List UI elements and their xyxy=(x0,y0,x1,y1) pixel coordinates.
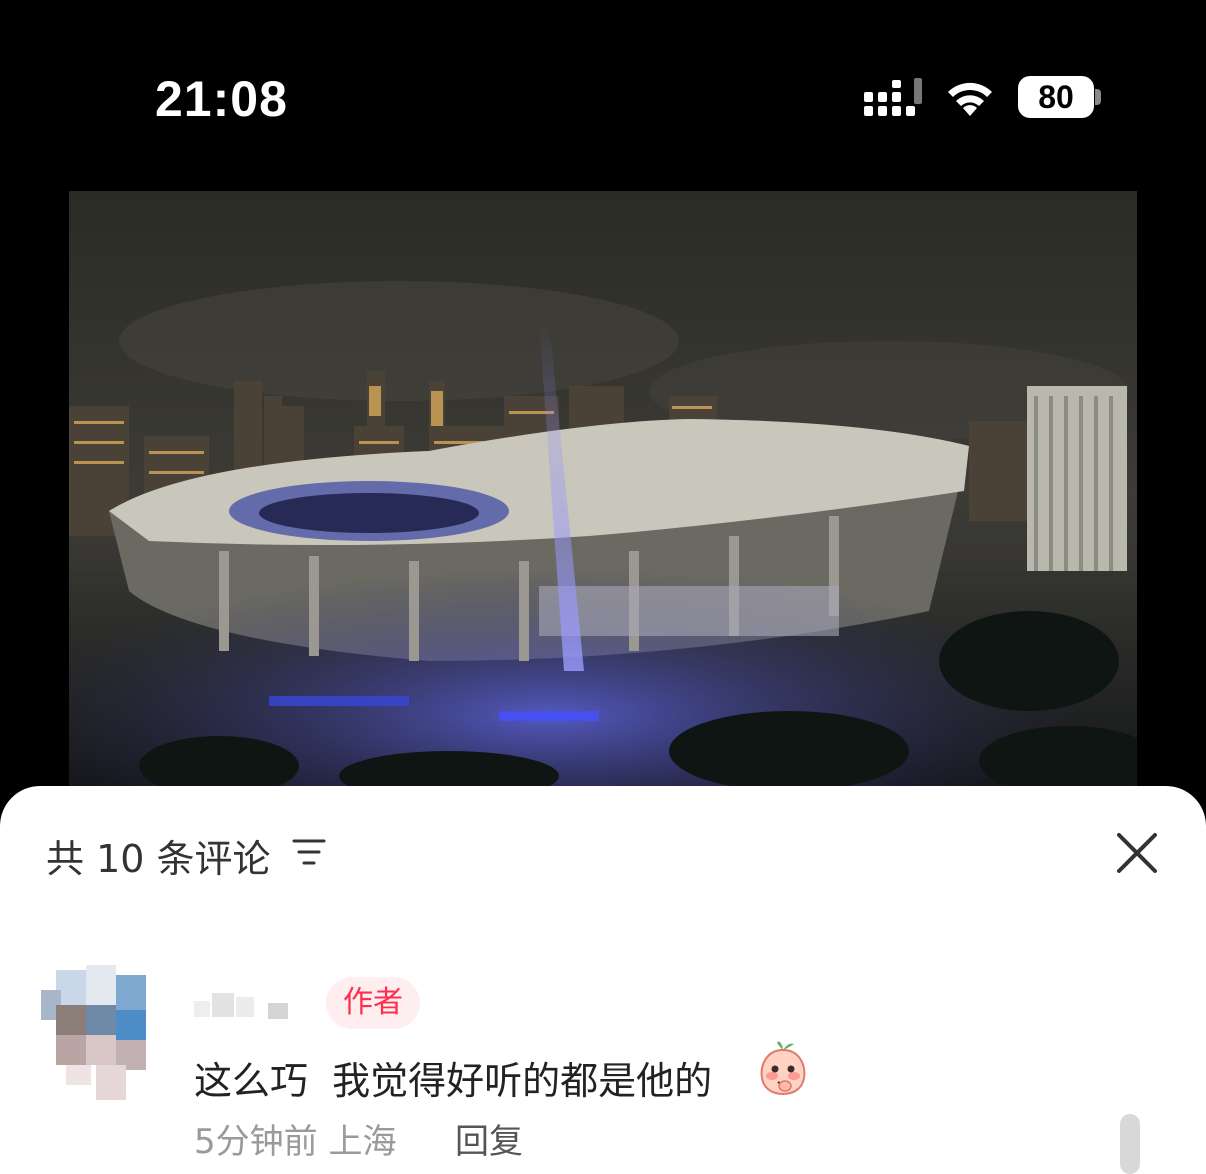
reply-button[interactable]: 回复 xyxy=(455,1114,523,1163)
screen: 21:08 80 共 10 条评论 作者 这么巧 我觉得好听的都是他的 5分钟前… xyxy=(0,0,1206,1174)
blushing-peach-emoji xyxy=(760,1041,806,1096)
scroll-indicator xyxy=(1120,1114,1140,1174)
battery-level: 80 xyxy=(1038,79,1074,115)
status-bar: 21:08 80 xyxy=(0,0,1206,190)
wifi-icon xyxy=(948,82,992,116)
sort-icon[interactable] xyxy=(292,836,326,868)
status-time: 21:08 xyxy=(155,71,288,127)
comment-meta: 5分钟前 上海 xyxy=(194,1114,396,1163)
battery-nub xyxy=(1095,89,1101,105)
comment-time: 5分钟前 xyxy=(194,1122,318,1162)
stadium-night-image xyxy=(69,191,1137,791)
comment-text[interactable]: 这么巧 我觉得好听的都是他的 xyxy=(194,1050,712,1105)
signal-icon xyxy=(864,78,922,116)
author-badge: 作者 xyxy=(326,977,420,1029)
battery-icon: 80 xyxy=(1018,76,1094,118)
comment-count-title: 共 10 条评论 xyxy=(46,837,271,881)
comment-location: 上海 xyxy=(328,1122,397,1162)
post-photo[interactable] xyxy=(69,191,1137,791)
close-icon[interactable] xyxy=(1115,831,1159,875)
username-blurred[interactable] xyxy=(194,985,294,1025)
avatar[interactable] xyxy=(36,950,158,1100)
